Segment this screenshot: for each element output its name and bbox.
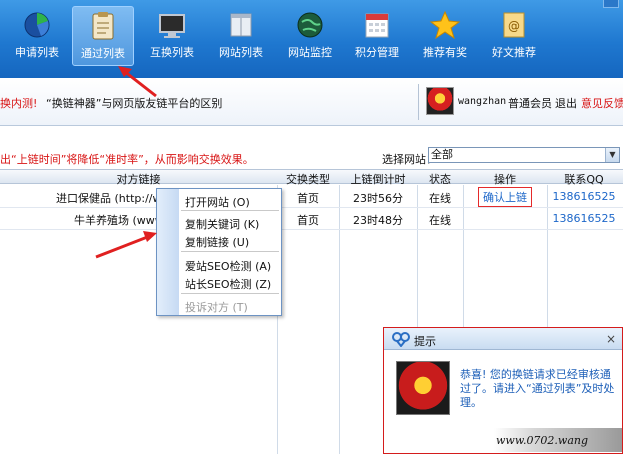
menu-separator [181, 210, 279, 211]
col-header-countdown[interactable]: 上链倒计时 [339, 171, 417, 187]
mail-icon: @ [498, 10, 530, 40]
col-header-type[interactable]: 交换类型 [277, 171, 339, 187]
cell-type: 首页 [297, 192, 319, 205]
col-header-status[interactable]: 状态 [417, 171, 463, 187]
menu-item-copy-link[interactable]: 复制链接 (U) [185, 234, 249, 250]
popup-title: 提示 [414, 335, 436, 348]
cell-countdown: 23时56分 [353, 192, 403, 205]
col-header-qq[interactable]: 联系QQ [547, 171, 621, 187]
row-divider [0, 207, 623, 208]
menu-item-open-site[interactable]: 打开网站 (O) [185, 194, 250, 210]
toolbar-label: 好文推荐 [492, 46, 536, 59]
toolbar-apply-list[interactable]: 申请列表 [6, 6, 68, 66]
cell-type: 首页 [297, 214, 319, 227]
menu-item-aizhan-seo[interactable]: 爱站SEO检测 (A) [185, 258, 271, 274]
row-divider [0, 229, 623, 230]
toolbar-label: 互换列表 [150, 46, 194, 59]
calendar-icon [361, 10, 393, 40]
menu-separator [181, 251, 279, 252]
star-icon [429, 10, 461, 40]
warning-text: 出“上链时间”将降低“准时率”，从而影响交换效果。 [0, 153, 254, 166]
cell-qq[interactable]: 138616525 [547, 190, 621, 203]
toolbar-exchange-list[interactable]: 互换列表 [141, 6, 203, 66]
cell-countdown: 23时48分 [353, 214, 403, 227]
member-level: 普通会员 [508, 97, 552, 110]
popup-message: 恭喜! 您的换链请求已经审核通过了。请进入“通过列表”及时处理。 [460, 368, 615, 409]
notification-popup: 提示 × 恭喜! 您的换链请求已经审核通过了。请进入“通过列表”及时处理。 ww… [383, 327, 623, 454]
menu-item-copy-keyword[interactable]: 复制关键词 (K) [185, 216, 259, 232]
main-toolbar: 申请列表 通过列表 互换列表 网站列表 网站监控 积分管理 推荐有奖 @ 好文推… [0, 0, 623, 78]
cell-qq[interactable]: 138616525 [547, 212, 621, 225]
popup-footer: www.0702.wang [494, 428, 622, 452]
feedback-link[interactable]: 意见反馈 [581, 95, 623, 111]
close-icon[interactable]: × [606, 332, 616, 346]
avatar [426, 87, 454, 115]
svg-text:@: @ [508, 19, 520, 33]
toolbar-label: 申请列表 [15, 46, 59, 59]
watermark: www.0702.wang [496, 434, 589, 447]
popup-titlebar[interactable]: 提示 × [384, 328, 622, 350]
toolbar-site-monitor[interactable]: 网站监控 [279, 6, 341, 66]
toolbar-referral[interactable]: 推荐有奖 [414, 6, 476, 66]
menu-separator [181, 293, 279, 294]
menu-item-chinaz-seo[interactable]: 站长SEO检测 (Z) [185, 276, 271, 292]
toolbar-label: 网站监控 [288, 46, 332, 59]
menu-icon-strip [157, 189, 179, 315]
menu-item-complain: 投诉对方 (T) [185, 301, 248, 314]
username: wangzhan [458, 96, 507, 107]
pie-chart-icon [21, 10, 53, 40]
toolbar-label: 积分管理 [355, 46, 399, 59]
popup-logo-icon [392, 331, 410, 350]
app-window: 申请列表 通过列表 互换列表 网站列表 网站监控 积分管理 推荐有奖 @ 好文推… [0, 0, 623, 454]
cell-status: 在线 [429, 192, 451, 205]
notice-bar: 换内测! “换链神器”与网页版友链平台的区别 wangzhan 普通会员 退出 … [0, 78, 623, 126]
divider [418, 84, 419, 120]
toolbar-site-list[interactable]: 网站列表 [210, 6, 272, 66]
clipboard-icon [87, 11, 119, 41]
confirm-link-button[interactable]: 确认上链 [478, 187, 532, 207]
logout-link[interactable]: 退出 [555, 95, 577, 111]
toolbar-label: 通过列表 [81, 47, 125, 60]
col-header-link[interactable]: 对方链接 [0, 171, 277, 187]
table-header: 对方链接 交换类型 上链倒计时 状态 操作 联系QQ [0, 169, 623, 187]
toolbar-articles[interactable]: @ 好文推荐 [483, 6, 545, 66]
monitor-icon [156, 10, 188, 40]
chevron-down-icon[interactable]: ▼ [605, 148, 619, 162]
toolbar-points[interactable]: 积分管理 [346, 6, 408, 66]
toolbar-label: 推荐有奖 [423, 46, 467, 59]
globe-icon [294, 10, 326, 40]
site-select[interactable]: 全部 ▼ [428, 147, 620, 163]
window-control-button[interactable] [603, 0, 619, 8]
notice-link[interactable]: “换链神器”与网页版友链平台的区别 [46, 95, 222, 111]
window-icon [225, 10, 257, 40]
toolbar-label: 网站列表 [219, 46, 263, 59]
notice-highlight[interactable]: 换内测! [0, 95, 37, 111]
popup-image [396, 361, 450, 415]
site-select-value: 全部 [431, 148, 453, 161]
context-menu: 打开网站 (O) 复制关键词 (K) 复制链接 (U) 爱站SEO检测 (A) … [156, 188, 282, 316]
toolbar-approved-list[interactable]: 通过列表 [72, 6, 134, 66]
cell-status: 在线 [429, 214, 451, 227]
col-header-action[interactable]: 操作 [463, 171, 547, 187]
